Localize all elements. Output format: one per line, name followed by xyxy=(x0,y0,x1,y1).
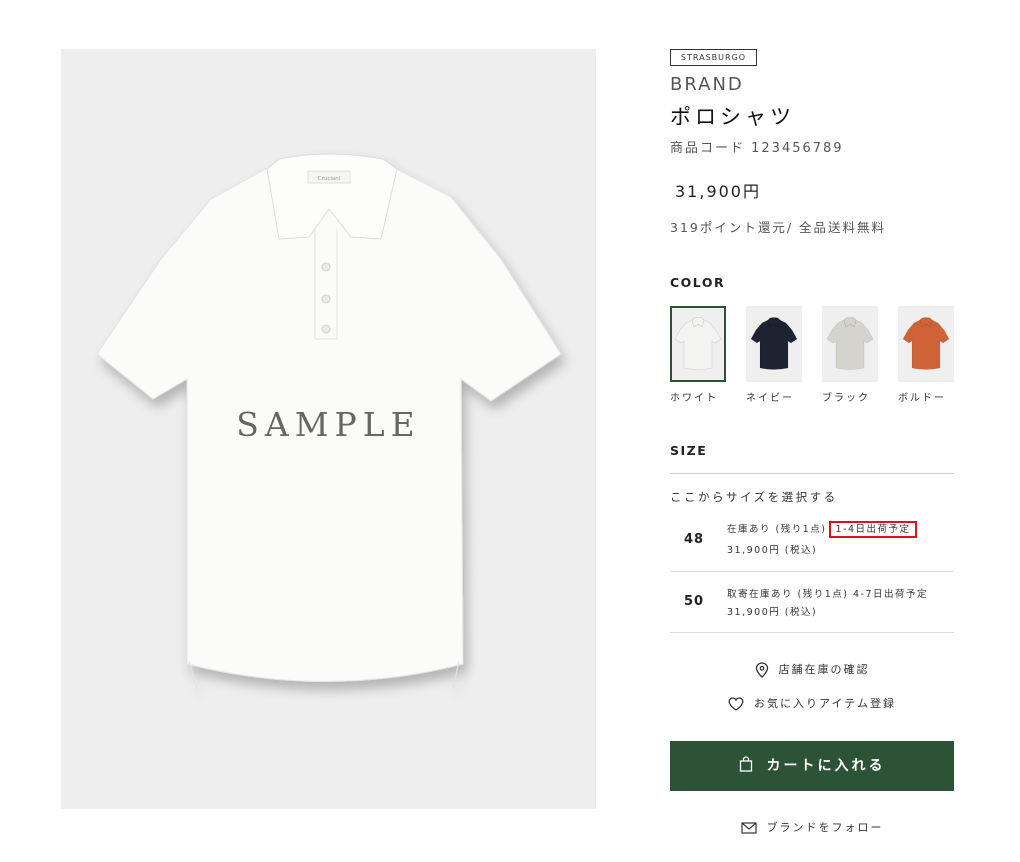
color-swatch-white[interactable]: ホワイト xyxy=(670,306,726,404)
stock-status: 取寄在庫あり (残り1点) 4-7日出荷予定 xyxy=(727,589,929,600)
shirt-thumbnail xyxy=(902,317,950,370)
shirt-shape xyxy=(750,319,798,370)
color-thumbnail xyxy=(898,306,954,382)
store-stock-link[interactable]: 店舗在庫の確認 xyxy=(670,661,954,678)
color-swatches: ホワイト ネイビー ブラック ボルドー xyxy=(670,306,954,406)
color-swatch-navy[interactable]: ネイビー xyxy=(746,306,802,404)
stock-text: 在庫あり (残り1点) xyxy=(727,524,827,535)
color-label: ボルドー xyxy=(898,393,946,404)
shirt-thumbnail xyxy=(750,317,798,370)
favorite-label: お気に入りアイテム登録 xyxy=(754,697,896,710)
size-price: 31,900円 (税込) xyxy=(727,545,818,556)
shirt-shape xyxy=(902,319,950,370)
row-divider xyxy=(670,632,954,633)
product-name: ポロシャツ xyxy=(670,105,795,129)
points-info: 319ポイント還元/ 全品送料無料 xyxy=(670,220,887,235)
size-select-prompt: ここからサイズを選択する xyxy=(670,490,838,504)
brand-tag[interactable]: STRASBURGO xyxy=(670,49,757,66)
size-number: 50 xyxy=(684,594,705,609)
product-image[interactable]: Cruciani SAMPLE xyxy=(61,49,596,809)
color-thumbnail xyxy=(746,306,802,382)
follow-brand-label: ブランドをフォロー xyxy=(766,821,884,834)
heart-icon xyxy=(728,697,744,711)
size-option-48[interactable]: 48 在庫あり (残り1点) 1-4日出荷予定 31,900円 (税込) xyxy=(670,515,954,571)
color-thumbnail xyxy=(822,306,878,382)
collar-tag-text: Cruciani xyxy=(318,176,341,182)
shopping-bag-icon xyxy=(739,756,752,772)
location-pin-icon xyxy=(755,662,768,678)
sample-watermark: SAMPLE xyxy=(236,405,421,444)
size-section-title: SIZE xyxy=(670,443,708,458)
brand-name[interactable]: BRAND xyxy=(670,74,744,95)
store-stock-label: 店舗在庫の確認 xyxy=(778,663,870,676)
stock-status: 在庫あり (残り1点) 1-4日出荷予定 xyxy=(727,521,917,538)
add-to-cart-label: カートに入れる xyxy=(766,758,886,774)
color-section-title: COLOR xyxy=(670,275,726,290)
shirt-shape xyxy=(674,319,722,370)
color-label: ブラック xyxy=(822,393,870,404)
shirt-thumbnail xyxy=(674,317,722,370)
color-label: ホワイト xyxy=(670,393,718,404)
color-label: ネイビー xyxy=(746,393,794,404)
color-thumbnail xyxy=(670,306,726,382)
follow-brand-link[interactable]: ブランドをフォロー xyxy=(670,819,954,835)
size-number: 48 xyxy=(684,532,705,547)
shipping-estimate-highlight: 1-4日出荷予定 xyxy=(829,521,917,538)
size-price: 31,900円 (税込) xyxy=(727,607,818,618)
color-swatch-bordeaux[interactable]: ボルドー xyxy=(898,306,954,404)
shirt-thumbnail xyxy=(826,317,874,370)
product-code: 商品コード 123456789 xyxy=(670,141,844,156)
mail-icon xyxy=(740,822,757,834)
product-price: 31,900円 xyxy=(675,182,761,201)
favorite-link[interactable]: お気に入りアイテム登録 xyxy=(670,695,954,711)
size-option-50[interactable]: 50 取寄在庫あり (残り1点) 4-7日出荷予定 31,900円 (税込) xyxy=(670,572,954,632)
size-divider xyxy=(670,473,954,474)
color-swatch-black[interactable]: ブラック xyxy=(822,306,878,404)
shirt-shape xyxy=(826,319,874,370)
add-to-cart-button[interactable]: カートに入れる xyxy=(670,741,954,791)
